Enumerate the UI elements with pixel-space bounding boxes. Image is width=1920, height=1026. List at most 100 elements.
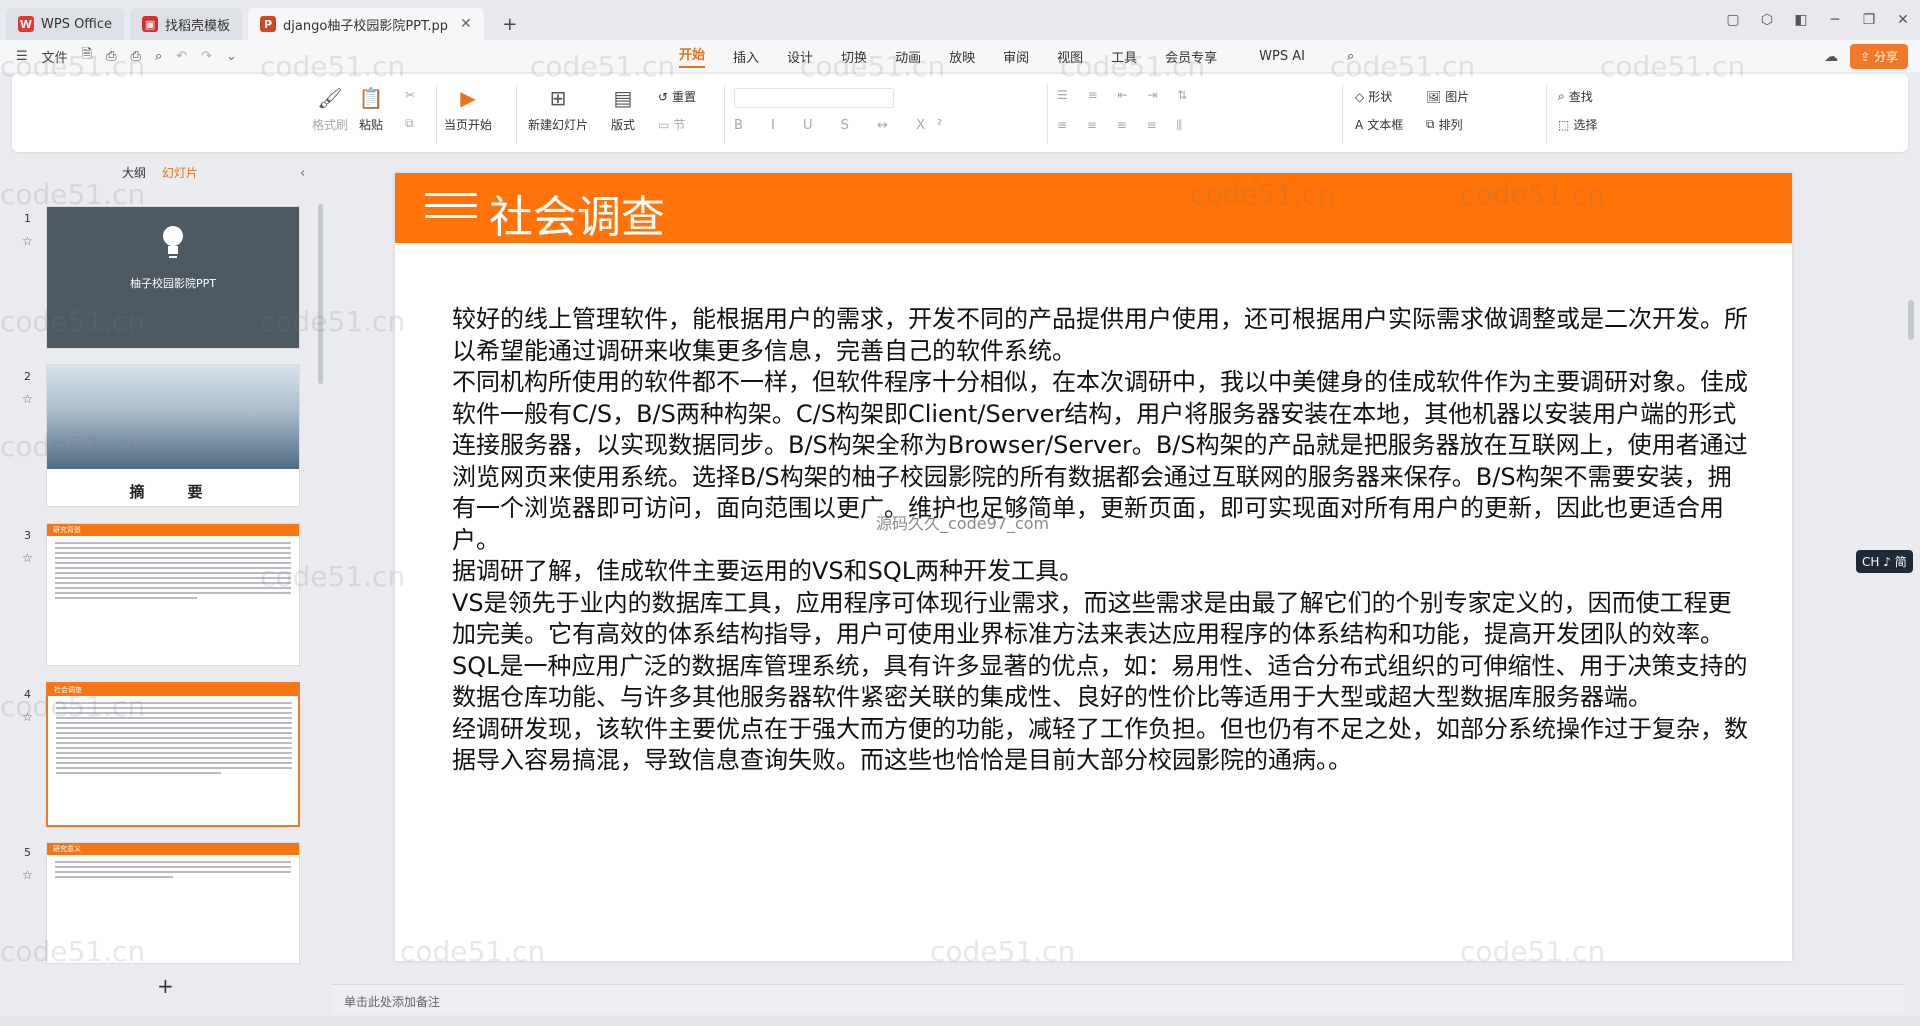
paste-button[interactable]: 📋 粘贴: [358, 86, 384, 133]
textbox-label: 文本框: [1367, 118, 1404, 132]
tab-ppt-file[interactable]: P django柚子校园影院PPT.pp ✕: [248, 8, 484, 40]
restore-icon[interactable]: ❐: [1852, 12, 1886, 28]
menu-lines-icon: [425, 193, 477, 225]
tab-review[interactable]: 审阅: [1003, 47, 1029, 66]
ppt-file-icon: P: [260, 16, 277, 32]
tab-home[interactable]: 开始: [679, 44, 706, 68]
new-tab-button[interactable]: +: [490, 8, 530, 40]
copy-icon[interactable]: ⧉: [405, 116, 414, 131]
slide-thumbnail-1[interactable]: 柚子校园影院PPT: [46, 206, 300, 349]
tab-outline[interactable]: 大纲: [122, 164, 146, 188]
select-label: 选择: [1573, 118, 1598, 132]
tab-animation[interactable]: 动画: [895, 47, 921, 66]
format-painter-button[interactable]: 🖌 格式刷: [312, 86, 348, 133]
star-icon[interactable]: ☆: [22, 234, 33, 248]
tab-member[interactable]: 会员专享: [1165, 47, 1217, 66]
slide-thumbnail-3[interactable]: 研究背景: [46, 523, 300, 666]
cut-icon[interactable]: ✂: [405, 88, 415, 102]
tab-view[interactable]: 视图: [1057, 47, 1083, 66]
paragraph: 经调研发现，该软件主要优点在于强大而方便的功能，减轻了工作负担。但也仍有不足之处…: [452, 714, 1748, 775]
cube-icon[interactable]: ⬡: [1750, 12, 1784, 28]
panel-tabs: 大纲 幻灯片: [0, 164, 320, 188]
arrange-label: 排列: [1438, 118, 1463, 132]
slide-number: 5: [24, 846, 31, 859]
chevron-down-icon[interactable]: ⌄: [226, 49, 237, 64]
menu-row: ☰ 文件 🗎 ⎙ ⎙ ⌕ ↶ ↷ ⌄ 开始 插入 设计 切换 动画 放映 审阅 …: [0, 40, 1920, 72]
close-window-icon[interactable]: ✕: [1886, 12, 1920, 28]
thumb-text-lines: [55, 861, 291, 881]
menu-icon[interactable]: ☰: [16, 49, 28, 64]
undo-icon[interactable]: ↶: [176, 49, 187, 64]
slide-body-text[interactable]: 较好的线上管理软件，能根据用户的需求，开发不同的产品提供用户使用，还可根据用户实…: [452, 304, 1752, 777]
ime-indicator[interactable]: CH ♪ 简: [1856, 550, 1913, 573]
section-label: 节: [673, 118, 686, 132]
slide-thumbnail-2[interactable]: 摘 要: [46, 364, 300, 507]
tab-design[interactable]: 设计: [787, 47, 813, 66]
layout-icon: ▤: [613, 86, 633, 110]
star-icon[interactable]: ☆: [22, 710, 33, 724]
star-icon[interactable]: ☆: [22, 868, 33, 882]
layout-button[interactable]: ▤ 版式: [610, 86, 636, 133]
play-label: 当页开始: [444, 118, 493, 132]
new-slide-label: 新建幻灯片: [528, 118, 589, 132]
tab-slides[interactable]: 幻灯片: [162, 164, 198, 188]
new-slide-button[interactable]: ⊞ 新建幻灯片: [528, 86, 588, 133]
paragraph-buttons[interactable]: ☰ ≡ ⇤ ⇥ ⇅: [1057, 88, 1195, 102]
tab-label: django柚子校园影院PPT.pp: [283, 18, 449, 34]
collapse-panel-icon[interactable]: ‹: [300, 166, 305, 181]
tab-docer[interactable]: ▣ 找稻壳模板: [130, 8, 243, 40]
star-icon[interactable]: ☆: [22, 392, 33, 406]
picture-button[interactable]: 🖼 图片: [1426, 88, 1469, 105]
thumb-caption: 社会调查: [48, 684, 298, 696]
tab-slideshow[interactable]: 放映: [949, 47, 975, 66]
star-icon[interactable]: ☆: [22, 551, 33, 565]
avatar[interactable]: ◧: [1784, 12, 1818, 28]
paragraph: SQL是一种应用广泛的数据库管理系统，具有许多显著的优点，如：易用性、适合分布式…: [452, 651, 1748, 712]
thumb-caption: 研究意义: [47, 843, 299, 855]
shape-label: 形状: [1368, 90, 1393, 104]
section-button[interactable]: ▭ 节: [658, 116, 685, 133]
cloud-sync-icon[interactable]: ☁: [1824, 49, 1838, 65]
tab-wps-office[interactable]: W WPS Office: [6, 8, 125, 40]
notes-area[interactable]: 单击此处添加备注: [332, 984, 1904, 1014]
close-icon[interactable]: ✕: [460, 16, 472, 32]
tab-insert[interactable]: 插入: [733, 47, 759, 66]
slide-thumbnail-4[interactable]: 社会调查: [46, 682, 300, 827]
paste-icon: 📋: [358, 86, 384, 110]
tab-transition[interactable]: 切换: [841, 47, 867, 66]
wps-ai-button[interactable]: WPS AI: [1245, 49, 1319, 64]
find-button[interactable]: ⌕ 查找: [1558, 88, 1593, 105]
wps-ai-label: WPS AI: [1259, 48, 1305, 64]
align-buttons[interactable]: ≡ ≡ ≡ ≡ ⫼: [1057, 118, 1190, 133]
panel-scrollbar[interactable]: [318, 204, 323, 384]
textbox-button[interactable]: A 文本框: [1355, 116, 1403, 133]
slide-canvas[interactable]: 社会调查 较好的线上管理软件，能根据用户的需求，开发不同的产品提供用户使用，还可…: [395, 173, 1792, 961]
status-bar: [0, 1016, 1920, 1026]
window-controls: ▢ ⬡ ◧ ─ ❐ ✕: [1716, 0, 1920, 40]
shape-button[interactable]: ◇ 形状: [1355, 88, 1392, 105]
select-button[interactable]: ⬚ 选择: [1558, 116, 1597, 133]
save-icon[interactable]: 🗎: [82, 45, 92, 67]
thumb-caption: 研究背景: [47, 524, 299, 536]
minimize-icon[interactable]: ─: [1818, 12, 1852, 28]
tab-tools[interactable]: 工具: [1111, 47, 1137, 66]
docer-icon: ▣: [142, 16, 159, 32]
slide-title[interactable]: 社会调查: [489, 181, 665, 245]
share-button[interactable]: ⇪ 分享: [1850, 44, 1908, 69]
play-from-current-button[interactable]: ▶ 当页开始: [444, 86, 492, 133]
arrange-button[interactable]: ⧉ 排列: [1426, 116, 1463, 133]
font-name-select[interactable]: [734, 88, 894, 108]
reset-button[interactable]: ↺ 重置: [658, 88, 696, 105]
search-icon[interactable]: ⌕: [1347, 49, 1354, 64]
font-style-buttons[interactable]: B I U S ↔ X²: [734, 118, 954, 133]
share-label: 分享: [1873, 50, 1898, 64]
export-icon[interactable]: ⎙: [106, 49, 116, 64]
redo-icon[interactable]: ↷: [201, 49, 212, 64]
add-slide-button[interactable]: +: [157, 974, 174, 998]
slide-thumbnail-5[interactable]: 研究意义: [46, 842, 300, 964]
paragraph: 较好的线上管理软件，能根据用户的需求，开发不同的产品提供用户使用，还可根据用户实…: [452, 305, 1748, 365]
print-icon[interactable]: ⎙: [131, 49, 141, 64]
print-preview-icon[interactable]: ⌕: [155, 49, 162, 64]
file-menu[interactable]: 文件: [42, 47, 68, 66]
layout-icon[interactable]: ▢: [1716, 12, 1750, 28]
